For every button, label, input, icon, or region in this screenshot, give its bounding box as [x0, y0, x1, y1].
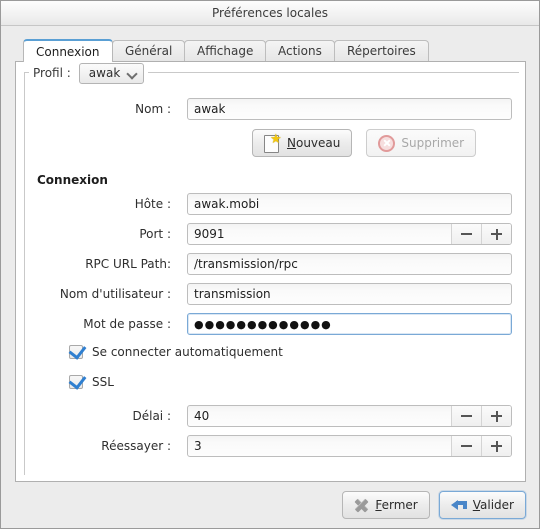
dialog-button-bar: Fermer Valider: [1, 482, 539, 528]
tab-label: Connexion: [36, 44, 100, 59]
validate-button[interactable]: Valider: [438, 491, 526, 519]
close-button[interactable]: Fermer: [342, 491, 430, 519]
retry-spinner: [451, 436, 511, 456]
profile-group-box: Profil : awak Nom : awak ★ Nouveau Suppr…: [24, 62, 519, 475]
rpc-url-path-label: RPC URL Path:: [85, 257, 171, 271]
profile-select-value: awak: [88, 66, 121, 80]
tab-strip: Connexion Général Affichage Actions Répe…: [23, 39, 539, 62]
new-document-icon: ★: [264, 133, 282, 153]
host-value: awak.mobi: [194, 197, 260, 211]
autoconnect-checkbox[interactable]: [68, 341, 87, 360]
plus-icon: [491, 410, 502, 422]
tab-label: Général: [124, 44, 172, 58]
new-profile-label: Nouveau: [287, 136, 341, 150]
host-label: Hôte :: [134, 197, 171, 211]
title-bar: Préférences locales: [1, 1, 539, 26]
tab-actions[interactable]: Actions: [265, 40, 336, 61]
delay-label: Délai :: [132, 409, 171, 423]
window-title: Préférences locales: [212, 6, 328, 20]
plus-icon: [491, 440, 502, 452]
ssl-label: SSL: [92, 375, 114, 389]
username-label: Nom d'utilisateur :: [59, 287, 171, 301]
plus-icon: [491, 228, 502, 240]
rpc-url-path-value: /transmission/rpc: [194, 257, 298, 271]
row-password: Mot de passe : ●●●●●●●●●●●●●: [25, 313, 519, 335]
password-value: ●●●●●●●●●●●●●: [194, 317, 332, 331]
validate-button-label-rest: alider: [480, 498, 514, 512]
row-port: Port : 9091: [25, 223, 519, 245]
port-spinner: [451, 224, 511, 244]
profile-label: Profil :: [33, 66, 71, 80]
minus-icon: [461, 445, 472, 447]
name-input[interactable]: awak: [187, 98, 512, 120]
delete-circle-icon: [378, 134, 396, 152]
minus-icon: [461, 233, 472, 235]
port-value: 9091: [194, 227, 225, 241]
row-delay: Délai : 40: [25, 405, 519, 427]
delay-value: 40: [194, 409, 210, 423]
profile-group-header: Profil : awak: [29, 62, 149, 84]
tab-general[interactable]: Général: [111, 40, 185, 61]
tab-label: Répertoires: [347, 44, 416, 58]
tab-label: Affichage: [196, 44, 254, 58]
chevron-down-icon: [128, 69, 137, 78]
preferences-dialog: Préférences locales Connexion Général Af…: [0, 0, 540, 529]
close-button-label-rest: ermer: [381, 498, 418, 512]
name-value: awak: [194, 102, 226, 116]
port-increment-button[interactable]: [481, 224, 511, 244]
row-name: Nom : awak: [25, 98, 519, 120]
tab-connexion[interactable]: Connexion: [23, 39, 113, 62]
tab-page-connexion: Profil : awak Nom : awak ★ Nouveau Suppr…: [15, 61, 526, 482]
close-button-label: Fermer: [375, 498, 418, 512]
username-value: transmission: [194, 287, 271, 301]
port-decrement-button[interactable]: [451, 224, 481, 244]
row-retry: Réessayer : 3: [25, 435, 519, 457]
ssl-checkbox-row[interactable]: SSL: [68, 371, 114, 390]
retry-input[interactable]: 3: [187, 435, 512, 457]
retry-decrement-button[interactable]: [451, 436, 481, 456]
delay-spinner: [451, 406, 511, 426]
enter-arrow-icon: [450, 498, 467, 512]
validate-button-label: Valider: [472, 498, 514, 512]
close-x-icon: [354, 498, 369, 513]
delay-input[interactable]: 40: [187, 405, 512, 427]
host-input[interactable]: awak.mobi: [187, 193, 512, 215]
delay-increment-button[interactable]: [481, 406, 511, 426]
username-input[interactable]: transmission: [187, 283, 512, 305]
tab-repertoires[interactable]: Répertoires: [334, 40, 429, 61]
port-label: Port :: [139, 227, 171, 241]
tab-affichage[interactable]: Affichage: [183, 40, 267, 61]
retry-value: 3: [194, 439, 202, 453]
row-username: Nom d'utilisateur : transmission: [25, 283, 519, 305]
row-host: Hôte : awak.mobi: [25, 193, 519, 215]
delete-profile-label: Supprimer: [401, 136, 465, 150]
name-label: Nom :: [135, 102, 171, 116]
autoconnect-label: Se connecter automatiquement: [92, 345, 283, 359]
retry-increment-button[interactable]: [481, 436, 511, 456]
delay-decrement-button[interactable]: [451, 406, 481, 426]
rpc-url-path-input[interactable]: /transmission/rpc: [187, 253, 512, 275]
password-label: Mot de passe :: [83, 317, 171, 331]
autoconnect-checkbox-row[interactable]: Se connecter automatiquement: [68, 341, 283, 360]
port-input[interactable]: 9091: [187, 223, 512, 245]
new-profile-label-rest: ouveau: [295, 136, 341, 150]
ssl-checkbox[interactable]: [68, 371, 87, 390]
new-profile-button[interactable]: ★ Nouveau: [252, 129, 353, 157]
password-input[interactable]: ●●●●●●●●●●●●●: [187, 313, 512, 335]
delete-profile-button[interactable]: Supprimer: [366, 129, 477, 157]
minus-icon: [461, 415, 472, 417]
row-profile-actions: ★ Nouveau Supprimer: [25, 129, 519, 157]
row-rpc-url-path: RPC URL Path: /transmission/rpc: [25, 253, 519, 275]
tab-label: Actions: [278, 44, 323, 58]
retry-label: Réessayer :: [101, 439, 171, 453]
profile-select[interactable]: awak: [78, 62, 145, 84]
section-title-connexion: Connexion: [37, 173, 108, 187]
